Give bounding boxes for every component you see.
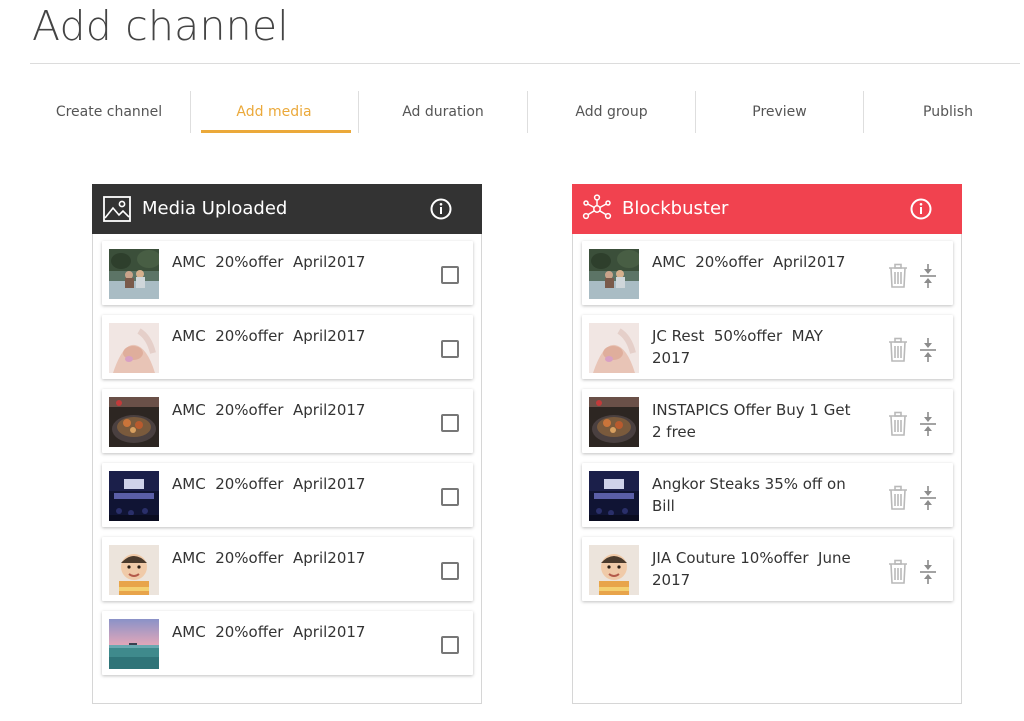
- step-add-media[interactable]: Add media: [191, 90, 357, 134]
- trash-icon[interactable]: [887, 559, 909, 585]
- step-create-channel[interactable]: Create channel: [24, 90, 194, 134]
- group-item-label: INSTAPICS Offer Buy 1 Get 2 free: [652, 401, 856, 441]
- group-panel-title: Blockbuster: [622, 198, 729, 219]
- media-uploaded-panel: Media Uploaded AMC 20%offer April2017 AMC…: [92, 184, 482, 704]
- group-item-label: JC Rest 50%offer MAY 2017: [652, 327, 828, 367]
- media-list-item[interactable]: AMC 20%offer April2017: [102, 389, 473, 453]
- title-divider: [30, 63, 1020, 64]
- media-item-label: AMC 20%offer April2017: [172, 401, 366, 419]
- reorder-handle-icon[interactable]: [919, 337, 937, 363]
- group-list-item[interactable]: INSTAPICS Offer Buy 1 Get 2 free: [582, 389, 953, 453]
- group-list-item[interactable]: JC Rest 50%offer MAY 2017: [582, 315, 953, 379]
- step-preview[interactable]: Preview: [696, 90, 863, 134]
- network-icon: [582, 194, 612, 220]
- trash-icon[interactable]: [887, 263, 909, 289]
- select-checkbox[interactable]: [441, 340, 459, 358]
- grilled-food-thumbnail: [589, 397, 639, 447]
- grilled-food-thumbnail: [109, 397, 159, 447]
- holding-hands-thumbnail: [589, 323, 639, 373]
- step-divider: [863, 91, 864, 133]
- holding-hands-thumbnail: [109, 323, 159, 373]
- reorder-handle-icon[interactable]: [919, 411, 937, 437]
- trash-icon[interactable]: [887, 485, 909, 511]
- step-publish[interactable]: Publish: [864, 90, 1024, 134]
- step-divider: [190, 91, 191, 133]
- select-checkbox[interactable]: [441, 266, 459, 284]
- media-item-label: AMC 20%offer April2017: [172, 253, 366, 271]
- step-divider: [358, 91, 359, 133]
- select-checkbox[interactable]: [441, 636, 459, 654]
- image-icon: [103, 196, 131, 222]
- baby-thumbnail: [589, 545, 639, 595]
- reorder-handle-icon[interactable]: [919, 559, 937, 585]
- select-checkbox[interactable]: [441, 414, 459, 432]
- reorder-handle-icon[interactable]: [919, 485, 937, 511]
- step-add-group[interactable]: Add group: [528, 90, 695, 134]
- group-list-item[interactable]: JIA Couture 10%offer June 2017: [582, 537, 953, 601]
- step-ad-duration[interactable]: Ad duration: [359, 90, 527, 134]
- step-divider: [695, 91, 696, 133]
- media-panel-title: Media Uploaded: [142, 198, 288, 219]
- media-list-item[interactable]: AMC 20%offer April2017: [102, 463, 473, 527]
- group-panel: Blockbuster AMC 20%offer April2017 JC Res…: [572, 184, 962, 704]
- group-list-item[interactable]: Angkor Steaks 35% off on Bill: [582, 463, 953, 527]
- concert-stage-thumbnail: [109, 471, 159, 521]
- info-icon[interactable]: [430, 198, 452, 220]
- baby-thumbnail: [109, 545, 159, 595]
- step-divider: [527, 91, 528, 133]
- concert-stage-thumbnail: [589, 471, 639, 521]
- active-step-indicator: [201, 130, 351, 133]
- trash-icon[interactable]: [887, 411, 909, 437]
- group-panel-header: Blockbuster: [572, 184, 962, 234]
- media-item-label: AMC 20%offer April2017: [172, 475, 366, 493]
- media-list-item[interactable]: AMC 20%offer April2017: [102, 241, 473, 305]
- people-outdoors-thumbnail: [589, 249, 639, 299]
- group-list-item[interactable]: AMC 20%offer April2017: [582, 241, 953, 305]
- media-panel-header: Media Uploaded: [92, 184, 482, 234]
- group-item-label: Angkor Steaks 35% off on Bill: [652, 475, 851, 515]
- people-outdoors-thumbnail: [109, 249, 159, 299]
- page-title: Add channel: [32, 2, 289, 50]
- reorder-handle-icon[interactable]: [919, 263, 937, 289]
- group-item-label: AMC 20%offer April2017: [652, 253, 846, 271]
- trash-icon[interactable]: [887, 337, 909, 363]
- media-item-label: AMC 20%offer April2017: [172, 549, 366, 567]
- select-checkbox[interactable]: [441, 562, 459, 580]
- media-list-item[interactable]: AMC 20%offer April2017: [102, 315, 473, 379]
- select-checkbox[interactable]: [441, 488, 459, 506]
- sea-sunset-thumbnail: [109, 619, 159, 669]
- media-list-item[interactable]: AMC 20%offer April2017: [102, 611, 473, 675]
- media-item-label: AMC 20%offer April2017: [172, 623, 366, 641]
- media-list-item[interactable]: AMC 20%offer April2017: [102, 537, 473, 601]
- info-icon[interactable]: [910, 198, 932, 220]
- group-item-label: JIA Couture 10%offer June 2017: [652, 549, 856, 589]
- media-item-label: AMC 20%offer April2017: [172, 327, 366, 345]
